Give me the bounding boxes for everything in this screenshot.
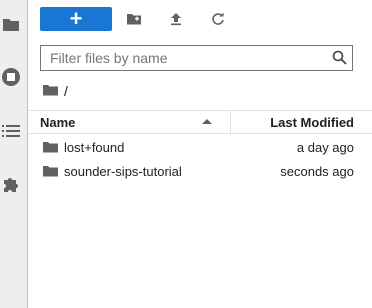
folder-icon[interactable] — [1, 14, 21, 34]
column-divider[interactable] — [230, 111, 231, 133]
file-modified: seconds ago — [280, 164, 354, 179]
file-modified: a day ago — [296, 140, 354, 155]
file-name: lost+found — [64, 140, 125, 155]
folder-icon — [43, 165, 58, 180]
new-launcher-button[interactable]: + — [40, 7, 112, 31]
home-folder-icon[interactable] — [43, 83, 58, 99]
filter-files-field — [40, 45, 353, 71]
column-modified-header[interactable]: Last Modified — [270, 115, 354, 130]
file-row[interactable]: sounder-sips-tutorial seconds ago — [28, 160, 372, 184]
new-folder-icon[interactable] — [126, 11, 142, 27]
search-icon[interactable] — [332, 50, 347, 70]
folder-icon — [43, 141, 58, 156]
list-icon[interactable] — [1, 121, 21, 141]
upload-icon[interactable] — [168, 11, 184, 27]
column-name-header[interactable]: Name — [40, 115, 75, 130]
file-row[interactable]: lost+found a day ago — [28, 136, 372, 160]
running-icon[interactable] — [1, 67, 21, 87]
breadcrumb-path[interactable]: / — [64, 83, 68, 99]
sort-ascending-icon — [202, 119, 212, 124]
breadcrumb: / — [43, 83, 68, 99]
extension-icon[interactable] — [1, 174, 21, 194]
filter-files-input[interactable] — [41, 46, 330, 70]
file-name: sounder-sips-tutorial — [64, 164, 182, 179]
activity-sidebar — [0, 0, 28, 308]
file-list-header: Name Last Modified — [28, 110, 372, 134]
refresh-icon[interactable] — [210, 11, 226, 27]
